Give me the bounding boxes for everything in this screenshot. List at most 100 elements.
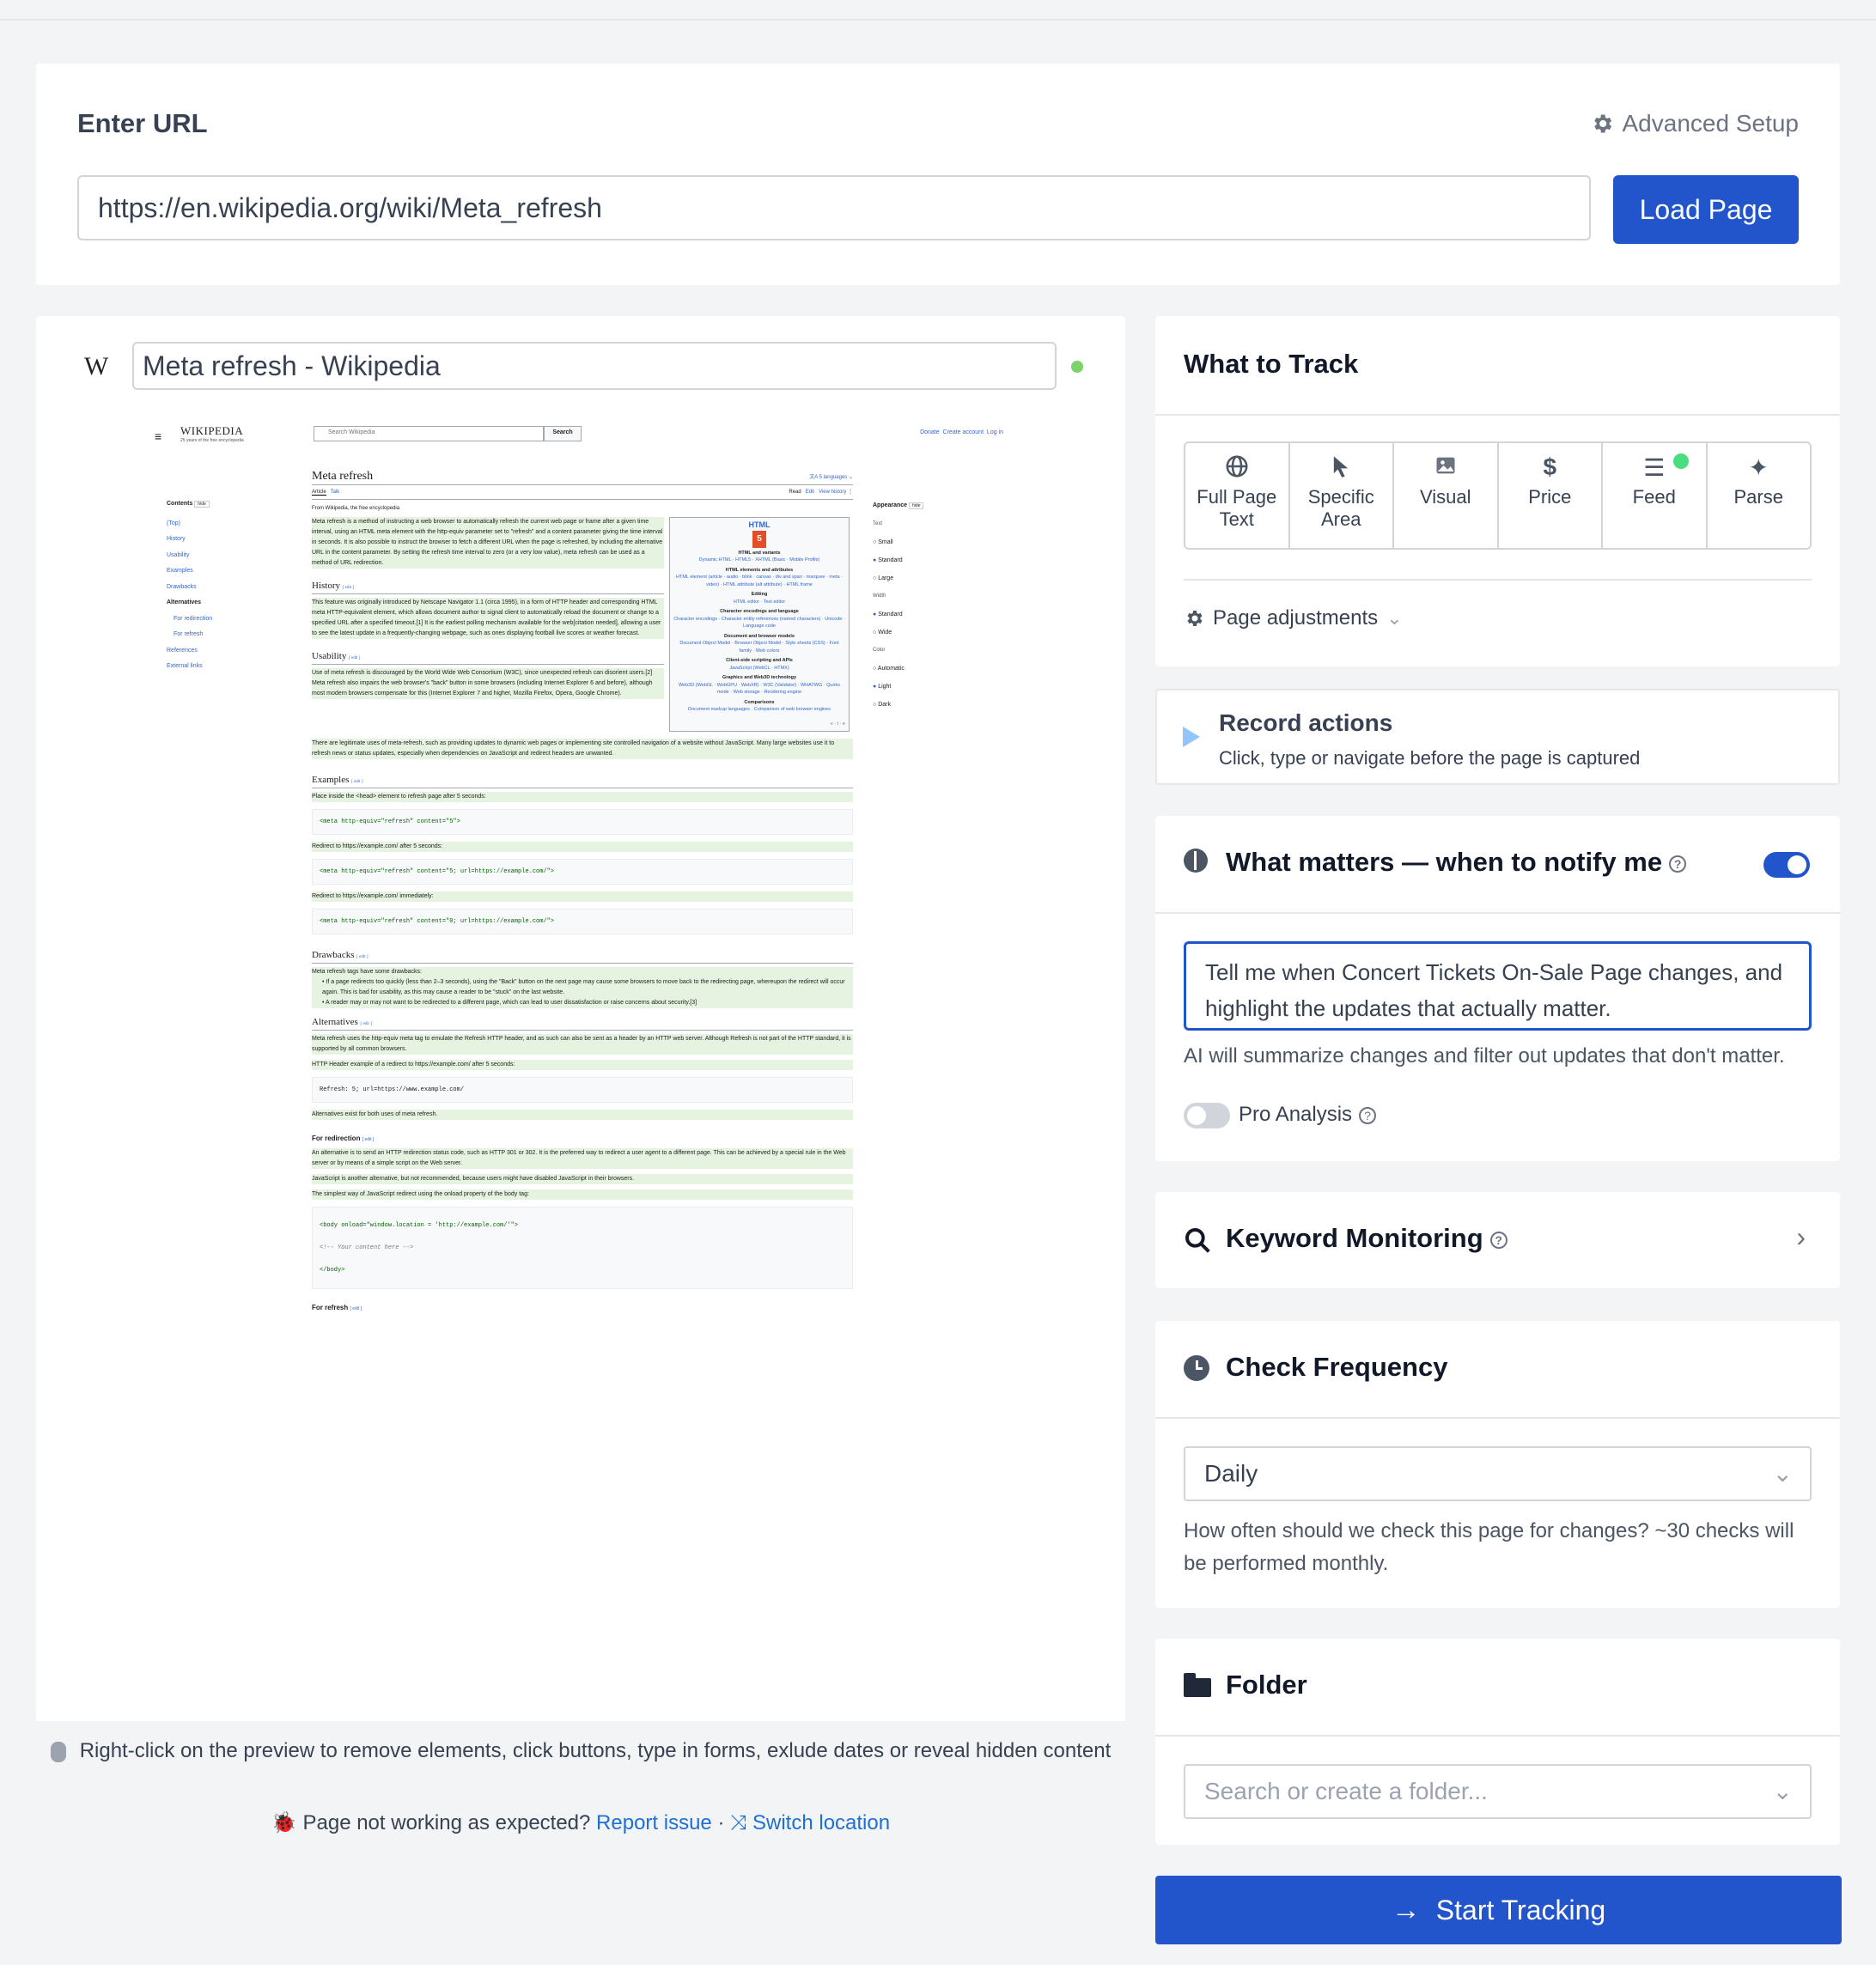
track-option-parse[interactable]: ✦ Parse — [1708, 443, 1811, 548]
page-title-field[interactable]: Meta refresh - Wikipedia — [132, 342, 1057, 390]
divider — [1155, 1417, 1840, 1419]
radio-width-wide[interactable]: ○ Wide — [873, 624, 1002, 642]
play-icon — [1183, 727, 1200, 747]
color-label: Color — [873, 648, 886, 653]
bug-icon: 🐞 — [271, 1811, 297, 1834]
article-title: Meta refresh — [312, 469, 853, 485]
radio-small[interactable]: ○ Small — [873, 533, 1002, 551]
tab-read[interactable]: Read — [789, 490, 801, 495]
shuffle-icon: ⤨ — [730, 1811, 747, 1834]
wiki-search-button[interactable]: Search — [544, 426, 582, 441]
top-bar — [0, 0, 1876, 21]
radio-standard[interactable]: ● Standard — [873, 551, 1002, 569]
track-option-price[interactable]: $ Price — [1499, 443, 1603, 548]
track-option-specific-area[interactable]: Specific Area — [1290, 443, 1394, 548]
create-account-link[interactable]: Create account — [943, 429, 984, 435]
url-input[interactable]: https://en.wikipedia.org/wiki/Meta_refre… — [77, 175, 1591, 240]
tab-edit[interactable]: Edit — [806, 490, 814, 495]
alternatives-paragraph-3: Alternatives exist for both uses of meta… — [312, 1110, 853, 1120]
menu-icon[interactable]: ≡ — [155, 429, 161, 443]
radio-automatic[interactable]: ○ Automatic — [873, 660, 1002, 678]
clock-icon — [1184, 1355, 1209, 1381]
toc-item[interactable]: Alternatives — [167, 595, 278, 611]
code-block-5: <body onload="window.location = 'http://… — [312, 1207, 853, 1289]
radio-light[interactable]: ● Light — [873, 678, 1002, 696]
divider — [1155, 912, 1840, 914]
switch-location-link[interactable]: Switch location — [752, 1811, 890, 1834]
report-issue-link[interactable]: Report issue — [596, 1811, 712, 1834]
folder-card: Folder Search or create a folder... ⌄ — [1155, 1639, 1840, 1845]
radio-width-standard[interactable]: ● Standard — [873, 605, 1002, 624]
toc-item[interactable]: Examples — [167, 563, 278, 580]
drawbacks-intro: Meta refresh tags have some drawbacks: — [312, 967, 853, 977]
dollar-icon: $ — [1543, 453, 1557, 480]
tab-talk[interactable]: Talk — [331, 490, 340, 495]
radio-large[interactable]: ○ Large — [873, 569, 1002, 587]
toc-item[interactable]: (Top) — [167, 516, 278, 532]
toc-item[interactable]: External links — [167, 659, 278, 675]
toc-item[interactable]: Drawbacks — [167, 580, 278, 596]
start-tracking-button[interactable]: → Start Tracking — [1155, 1876, 1842, 1944]
toc-item[interactable]: For refresh — [167, 627, 278, 643]
what-matters-card: What matters — when to notify me? Tell m… — [1155, 816, 1840, 1161]
arrow-right-icon: → — [1391, 1893, 1421, 1926]
record-actions-card[interactable]: Record actions Click, type or navigate b… — [1155, 689, 1840, 785]
globe-icon — [1224, 453, 1250, 486]
toc-item[interactable]: References — [167, 643, 278, 660]
page-adjustments-toggle[interactable]: Page adjustments ⌄ — [1184, 606, 1403, 630]
code-block-4: Refresh: 5; url=https://www.example.com/ — [312, 1077, 853, 1103]
ai-helper-text: AI will summarize changes and filter out… — [1184, 1044, 1785, 1068]
load-page-button[interactable]: Load Page — [1613, 175, 1799, 244]
track-option-visual[interactable]: Visual — [1394, 443, 1499, 548]
url-section-title: Enter URL — [77, 108, 208, 138]
tab-history[interactable]: View history — [819, 490, 846, 495]
check-frequency-card: Check Frequency Daily ⌄ How often should… — [1155, 1321, 1840, 1608]
keyword-monitoring-card[interactable]: Keyword Monitoring? › — [1155, 1192, 1840, 1288]
code-block-2: <meta http-equiv="refresh" content="5; u… — [312, 859, 853, 885]
history-paragraph: This feature was originally introduced b… — [312, 598, 664, 639]
help-icon[interactable]: ? — [1359, 1106, 1377, 1124]
wiki-search-input[interactable]: Search Wikipedia — [314, 426, 544, 441]
languages-button[interactable]: 文A 5 languages ⌄ — [809, 472, 853, 483]
folder-title: Folder — [1226, 1670, 1307, 1700]
advanced-setup-label: Advanced Setup — [1622, 110, 1800, 137]
toc-item[interactable]: History — [167, 532, 278, 548]
notify-toggle[interactable] — [1763, 852, 1810, 878]
infobox: HTML 5 HTML and variants Dynamic HTML · … — [669, 517, 850, 732]
what-to-track-title: What to Track — [1184, 349, 1359, 379]
toc-hide[interactable]: hide — [194, 501, 210, 508]
track-option-feed[interactable]: ☰ Feed — [1603, 443, 1708, 548]
appearance-hide[interactable]: hide — [909, 502, 924, 509]
page-preview[interactable]: ≡ WIKIPEDIA 25 years of the free encyclo… — [129, 417, 1034, 1721]
advanced-setup-link[interactable]: Advanced Setup — [1590, 110, 1800, 137]
wiki-brand[interactable]: WIKIPEDIA — [180, 424, 243, 438]
folder-search-input[interactable]: Search or create a folder... ⌄ — [1184, 1764, 1812, 1819]
toc-item[interactable]: For redirection — [167, 611, 278, 628]
sparkle-icon: ✦ — [1748, 454, 1769, 481]
help-icon[interactable]: ? — [1489, 1231, 1508, 1249]
track-option-full-page-text[interactable]: Full Page Text — [1185, 443, 1290, 548]
separator: · — [717, 1811, 725, 1834]
gear-icon — [1593, 114, 1611, 133]
login-link[interactable]: Log in — [987, 429, 1003, 435]
code-block-3: <meta http-equiv="refresh" content="0; u… — [312, 909, 853, 934]
cursor-icon — [1329, 453, 1353, 486]
issue-row: 🐞 Page not working as expected? Report i… — [36, 1810, 1125, 1835]
brain-icon — [1184, 849, 1208, 873]
heading-alternatives: Alternatives [ edit ] — [312, 1017, 853, 1031]
heading-for-redirection: For redirection [ edit ] — [312, 1135, 375, 1142]
donate-link[interactable]: Donate — [920, 429, 940, 435]
frequency-select[interactable]: Daily ⌄ — [1184, 1446, 1812, 1501]
help-icon[interactable]: ? — [1669, 855, 1687, 873]
intro-paragraph: Meta refresh is a method of instructing … — [312, 517, 664, 569]
radio-dark[interactable]: ○ Dark — [873, 696, 1002, 714]
article-tabs: Article Talk Read Edit View history ⋮ — [312, 485, 853, 500]
toc-item[interactable]: Usability — [167, 548, 278, 564]
usability-paragraph-2: There are legitimate uses of meta-refres… — [312, 739, 853, 759]
pro-analysis-toggle[interactable] — [1184, 1103, 1230, 1129]
width-label: Width — [873, 593, 886, 599]
tab-article[interactable]: Article — [312, 490, 326, 496]
notify-prompt-textarea[interactable]: Tell me when Concert Tickets On-Sale Pag… — [1184, 941, 1812, 1031]
wikipedia-favicon-icon: W — [84, 352, 109, 380]
status-dot — [1071, 361, 1083, 373]
